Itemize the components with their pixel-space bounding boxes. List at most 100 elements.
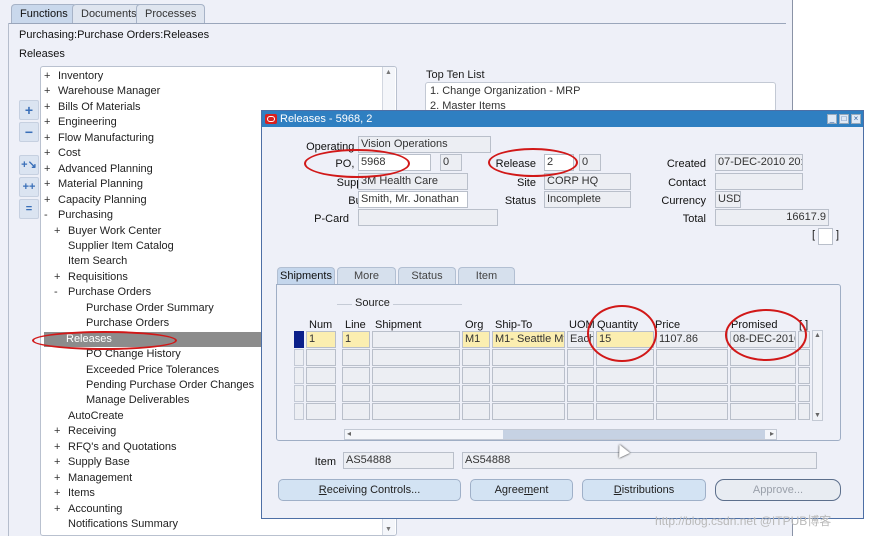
cell-promised[interactable]: 08-DEC-2010 [730,331,796,348]
expand-all-icon[interactable]: ++ [19,177,39,197]
cell-quantity[interactable] [596,385,654,402]
row-selector[interactable] [294,367,304,384]
row-selector[interactable] [294,349,304,366]
maximize-icon[interactable]: □ [839,114,849,124]
expand-icon[interactable]: + [54,440,68,455]
collapse-icon[interactable]: - [54,285,68,300]
expand-icon[interactable]: + [44,69,58,84]
tab-documents[interactable]: Documents [72,4,146,24]
cell-num[interactable] [306,349,336,366]
cell-promised[interactable] [730,385,796,402]
scroll-up-icon[interactable]: ▲ [814,332,821,339]
tree-item[interactable]: + Cost [44,146,81,161]
cell-quantity[interactable] [596,403,654,420]
window-titlebar[interactable]: Releases - 5968, 2 _ □ × [262,111,863,127]
cell-num[interactable] [306,385,336,402]
tree-item[interactable]: + Bills Of Materials [44,100,141,115]
expand-icon[interactable]: + [54,471,68,486]
expand-icon[interactable]: + [54,224,68,239]
cell-line[interactable] [342,403,370,420]
top-ten-item[interactable]: 1. Change Organization - MRP [430,85,580,97]
cell-num[interactable] [306,367,336,384]
tab-item[interactable]: Item [458,267,515,285]
tree-item[interactable]: + Advanced Planning [44,162,153,177]
tree-item[interactable]: Notifications Summary [54,517,178,532]
row-selector[interactable] [294,385,304,402]
scroll-right-icon[interactable]: ▸ [770,429,774,438]
cell-promised[interactable] [730,349,796,366]
tab-more[interactable]: More [337,267,396,285]
receiving-controls-button[interactable]: Receiving Controls... [278,479,461,501]
cell-price[interactable] [656,403,728,420]
expand-icon[interactable]: + [44,193,58,208]
cell-ship-to[interactable]: M1- Seattle Mfg [492,331,565,348]
expand-branch-icon[interactable]: +↘ [19,155,39,175]
dff-field[interactable] [818,228,833,245]
item-code-field[interactable]: AS54888 [343,452,454,469]
cell-quantity[interactable]: 15 [596,331,654,348]
expand-icon[interactable]: + [44,84,58,99]
item-description-field[interactable]: AS54888 [462,452,817,469]
tree-item[interactable]: Pending Purchase Order Changes [64,378,254,393]
expand-icon[interactable]: + [44,131,58,146]
cell-org[interactable] [462,403,490,420]
agreement-button[interactable]: Agreement [470,479,573,501]
cell-promised[interactable] [730,367,796,384]
expand-icon[interactable]: + [44,146,58,161]
release-number-field[interactable]: 2 [544,154,574,171]
cell-org[interactable]: M1 [462,331,490,348]
cell-shipment[interactable] [372,331,460,348]
cell-org[interactable] [462,367,490,384]
po-revision-field[interactable]: 0 [440,154,462,171]
tree-item[interactable]: - Purchase Orders [54,285,151,300]
cell-dff[interactable] [798,385,810,402]
tab-processes[interactable]: Processes [136,4,206,24]
cell-uom[interactable] [567,367,594,384]
tree-item[interactable]: AutoCreate [54,409,124,424]
cell-line[interactable]: 1 [342,331,370,348]
cell-num[interactable]: 1 [306,331,336,348]
cell-promised[interactable] [730,403,796,420]
cell-ship-to[interactable] [492,385,565,402]
close-icon[interactable]: × [851,114,861,124]
cell-ship-to[interactable] [492,367,565,384]
minimize-icon[interactable]: _ [827,114,837,124]
pcard-field[interactable] [358,209,498,226]
scroll-left-icon[interactable]: ◂ [347,429,351,438]
tab-functions[interactable]: Functions [11,4,77,24]
expand-icon[interactable]: + [54,424,68,439]
cell-price[interactable] [656,367,728,384]
po-number-field[interactable]: 5968 [358,154,431,171]
buyer-field[interactable]: Smith, Mr. Jonathan [358,191,468,208]
grid-horizontal-scrollbar[interactable]: ◂ ▸ [344,429,777,440]
scroll-down-icon[interactable]: ▼ [385,526,392,533]
distributions-button[interactable]: Distributions [582,479,706,501]
horizontal-scroll-thumb[interactable] [503,430,765,439]
tab-shipments[interactable]: Shipments [277,267,335,285]
expand-icon[interactable]: + [54,270,68,285]
top-ten-list[interactable]: 1. Change Organization - MRP 2. Master I… [425,82,776,112]
tree-item[interactable]: Supplier Item Catalog [54,239,174,254]
cell-ship-to[interactable] [492,349,565,366]
cell-uom[interactable]: Each [567,331,594,348]
cell-shipment[interactable] [372,403,460,420]
tree-item[interactable]: + Items [54,486,95,501]
tree-item[interactable]: + Accounting [54,502,122,517]
cell-quantity[interactable] [596,349,654,366]
tree-item[interactable]: + Warehouse Manager [44,84,160,99]
tree-item[interactable]: + RFQ's and Quotations [54,440,177,455]
tree-item[interactable]: + Management [54,471,132,486]
cell-quantity[interactable] [596,367,654,384]
expand-icon[interactable]: + [44,177,58,192]
row-selector[interactable] [294,403,304,420]
collapse-icon[interactable]: - [44,208,58,223]
cell-shipment[interactable] [372,385,460,402]
tree-item[interactable]: - Purchasing [44,208,113,223]
grid-vertical-scrollbar[interactable]: ▲ ▼ [812,330,823,421]
cell-dff[interactable] [798,331,810,348]
scroll-up-icon[interactable]: ▲ [385,69,392,76]
tree-item[interactable]: + Engineering [44,115,117,130]
expand-icon[interactable]: + [44,162,58,177]
scroll-down-icon[interactable]: ▼ [814,412,821,419]
supplier-field[interactable]: 3M Health Care [358,173,468,190]
